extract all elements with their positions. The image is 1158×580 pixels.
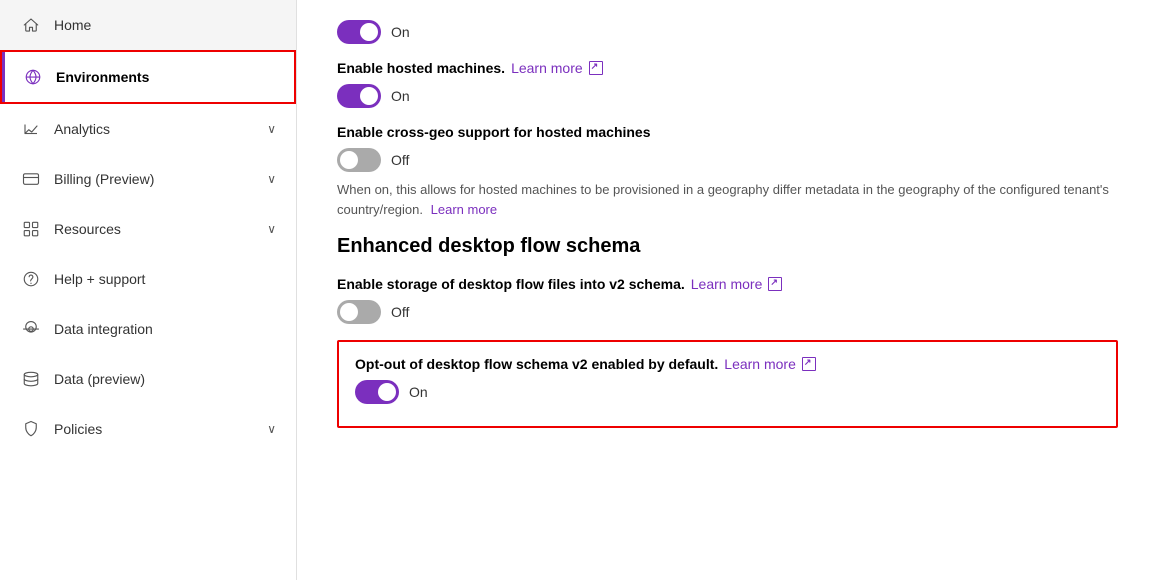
storage-v2-label: Enable storage of desktop flow files int… bbox=[337, 276, 1118, 292]
section-title: Enhanced desktop flow schema bbox=[337, 235, 1118, 258]
data-integration-icon bbox=[20, 318, 42, 340]
opt-out-v2-learn-more-link[interactable]: Learn more bbox=[724, 356, 796, 372]
cross-geo-learn-more-link[interactable]: Learn more bbox=[431, 202, 497, 217]
sidebar-item-policies[interactable]: Policies ∨ bbox=[0, 404, 296, 454]
sidebar-item-home[interactable]: Home bbox=[0, 0, 296, 50]
sidebar-item-label: Data (preview) bbox=[54, 371, 145, 387]
storage-v2-toggle[interactable] bbox=[337, 300, 381, 324]
opt-out-v2-toggle[interactable] bbox=[355, 380, 399, 404]
sidebar-item-data-preview[interactable]: Data (preview) bbox=[0, 354, 296, 404]
storage-v2-learn-more-link[interactable]: Learn more bbox=[691, 276, 763, 292]
hosted-machines-toggle-label: On bbox=[391, 88, 410, 104]
chevron-down-icon: ∨ bbox=[267, 422, 276, 436]
toggle-top[interactable] bbox=[337, 20, 381, 44]
cross-geo-toggle[interactable] bbox=[337, 148, 381, 172]
sidebar-item-label: Resources bbox=[54, 221, 121, 237]
sidebar-item-label: Analytics bbox=[54, 121, 110, 137]
external-link-icon-3 bbox=[802, 357, 816, 371]
sidebar-item-label: Home bbox=[54, 17, 91, 33]
cross-geo-row: Enable cross-geo support for hosted mach… bbox=[337, 124, 1118, 219]
chevron-down-icon: ∨ bbox=[267, 222, 276, 236]
hosted-machines-row: Enable hosted machines. Learn more On bbox=[337, 60, 1118, 108]
cross-geo-description: When on, this allows for hosted machines… bbox=[337, 180, 1118, 219]
hosted-machines-learn-more-link[interactable]: Learn more bbox=[511, 60, 583, 76]
toggle-top-label: On bbox=[391, 24, 410, 40]
sidebar-item-data-integration[interactable]: Data integration bbox=[0, 304, 296, 354]
opt-out-v2-label: Opt-out of desktop flow schema v2 enable… bbox=[355, 356, 1100, 372]
hosted-machines-toggle[interactable] bbox=[337, 84, 381, 108]
sidebar-item-label: Billing (Preview) bbox=[54, 171, 154, 187]
cross-geo-toggle-label: Off bbox=[391, 152, 409, 168]
chevron-down-icon: ∨ bbox=[267, 172, 276, 186]
analytics-icon bbox=[20, 118, 42, 140]
sidebar-item-label: Data integration bbox=[54, 321, 153, 337]
sidebar-item-label: Environments bbox=[56, 69, 149, 85]
policies-icon bbox=[20, 418, 42, 440]
sidebar-item-label: Policies bbox=[54, 421, 102, 437]
main-content: On Enable hosted machines. Learn more On… bbox=[297, 0, 1158, 580]
toggle-top-row: On bbox=[337, 20, 1118, 44]
opt-out-v2-toggle-label: On bbox=[409, 384, 428, 400]
billing-icon bbox=[20, 168, 42, 190]
sidebar-item-analytics[interactable]: Analytics ∨ bbox=[0, 104, 296, 154]
opt-out-highlighted-box: Opt-out of desktop flow schema v2 enable… bbox=[337, 340, 1118, 428]
storage-v2-toggle-label: Off bbox=[391, 304, 409, 320]
storage-v2-row: Enable storage of desktop flow files int… bbox=[337, 276, 1118, 324]
sidebar-item-help[interactable]: Help + support bbox=[0, 254, 296, 304]
globe-icon bbox=[22, 66, 44, 88]
data-preview-icon bbox=[20, 368, 42, 390]
help-icon bbox=[20, 268, 42, 290]
sidebar: Home Environments Analytics ∨ Billing (P… bbox=[0, 0, 297, 580]
sidebar-item-resources[interactable]: Resources ∨ bbox=[0, 204, 296, 254]
external-link-icon-2 bbox=[768, 277, 782, 291]
hosted-machines-label: Enable hosted machines. Learn more bbox=[337, 60, 1118, 76]
sidebar-item-environments[interactable]: Environments bbox=[0, 50, 296, 104]
resources-icon bbox=[20, 218, 42, 240]
cross-geo-label: Enable cross-geo support for hosted mach… bbox=[337, 124, 1118, 140]
chevron-down-icon: ∨ bbox=[267, 122, 276, 136]
sidebar-item-label: Help + support bbox=[54, 271, 145, 287]
home-icon bbox=[20, 14, 42, 36]
external-link-icon bbox=[589, 61, 603, 75]
sidebar-item-billing[interactable]: Billing (Preview) ∨ bbox=[0, 154, 296, 204]
